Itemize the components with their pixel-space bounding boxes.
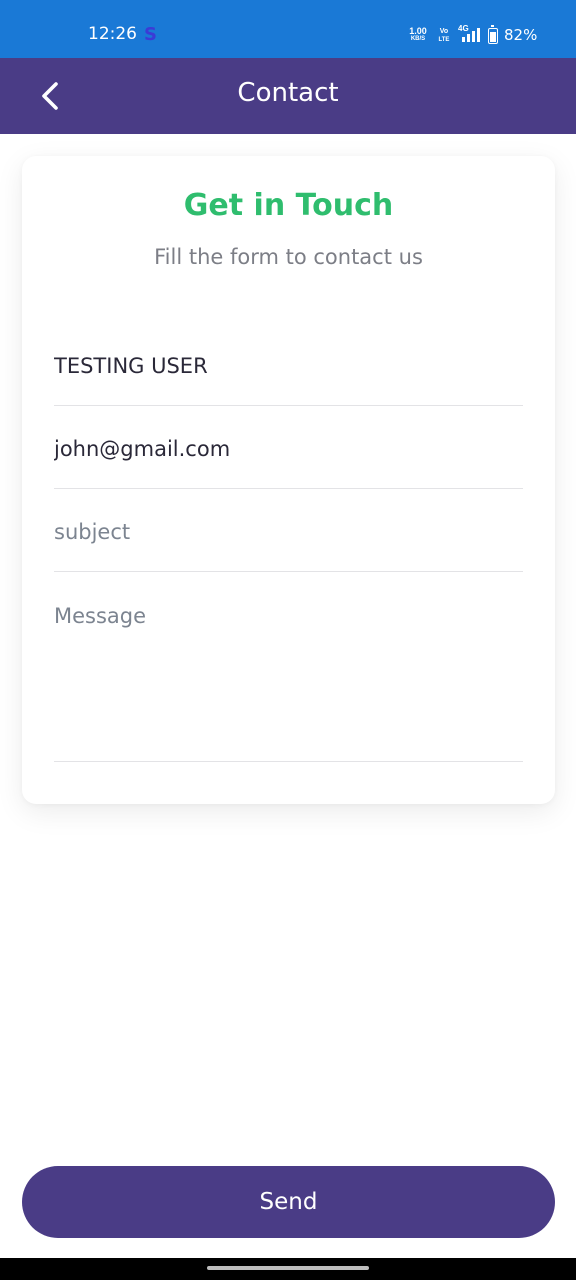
subject-input[interactable] bbox=[54, 520, 523, 544]
subject-field bbox=[54, 520, 523, 572]
network-type: 4G bbox=[458, 24, 469, 33]
app-bar: Contact bbox=[0, 58, 576, 134]
message-field bbox=[54, 603, 523, 762]
volte-indicator: Vo LTE bbox=[436, 28, 452, 44]
email-field bbox=[54, 437, 523, 489]
email-input[interactable] bbox=[54, 437, 523, 461]
network-speed-unit: KB/S bbox=[410, 36, 426, 42]
navigation-bar bbox=[0, 1258, 576, 1280]
contact-screen: 12:26 S 1.00 KB/S Vo LTE 4G 82% Contact … bbox=[0, 0, 576, 1280]
status-bar: 12:26 S 1.00 KB/S Vo LTE 4G 82% bbox=[0, 0, 576, 58]
volte-top: Vo bbox=[439, 28, 449, 35]
page-title: Contact bbox=[237, 78, 339, 108]
name-field bbox=[54, 354, 523, 406]
card-subtitle: Fill the form to contact us bbox=[154, 245, 423, 269]
network-speed-value: 1.00 bbox=[409, 26, 427, 36]
status-time: 12:26 bbox=[88, 24, 137, 44]
app-notification-icon: S bbox=[144, 24, 157, 45]
battery-icon bbox=[488, 25, 498, 44]
signal-icon: 4G bbox=[458, 24, 482, 44]
network-speed: 1.00 KB/S bbox=[406, 27, 430, 43]
volte-bottom: LTE bbox=[438, 37, 450, 43]
battery-level: 82% bbox=[504, 26, 538, 44]
name-input[interactable] bbox=[54, 354, 523, 378]
send-button[interactable]: Send bbox=[22, 1166, 555, 1238]
message-input[interactable] bbox=[54, 603, 523, 743]
card-title: Get in Touch bbox=[183, 188, 394, 223]
contact-form-card: Get in Touch Fill the form to contact us bbox=[22, 156, 555, 804]
home-indicator[interactable] bbox=[207, 1266, 369, 1270]
